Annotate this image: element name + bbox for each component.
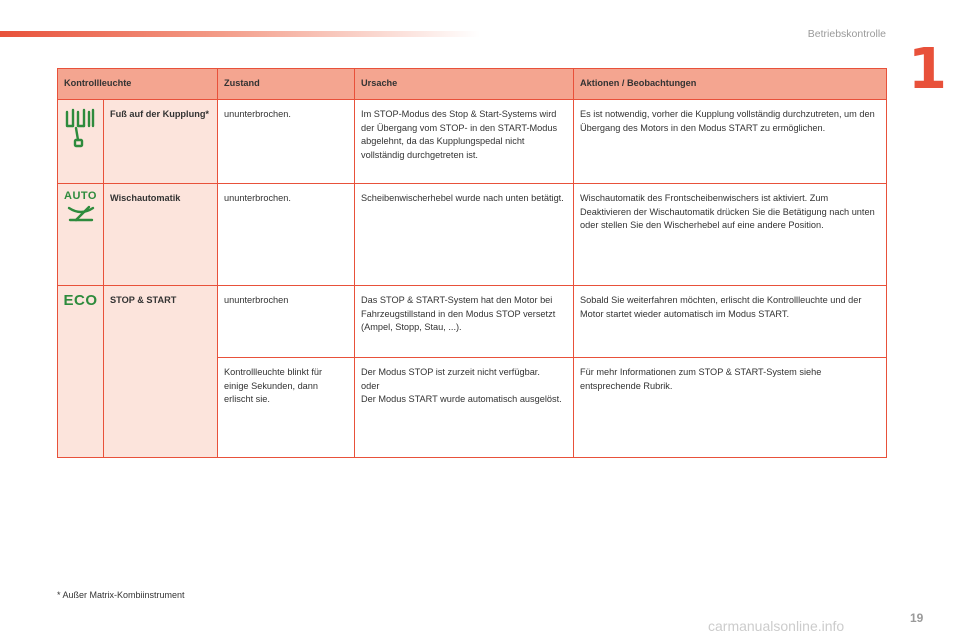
auto-wiper-icon-label: AUTO: [64, 190, 97, 202]
table-header-row: Kontrollleuchte Zustand Ursache Aktionen…: [56, 68, 888, 100]
aktion-cell: Es ist notwendig, vorher die Kupplung vo…: [573, 99, 888, 184]
auto-wiper-icon: AUTO: [62, 190, 99, 229]
warning-light-table: Kontrollleuchte Zustand Ursache Aktionen…: [56, 68, 888, 458]
ursache-line: Der Modus STOP ist zurzeit nicht verfügb…: [361, 367, 540, 377]
eco-icon: ECO: [63, 292, 98, 309]
column-header-ursache: Ursache: [354, 68, 575, 100]
page-number: 19: [910, 611, 924, 625]
zustand-cell: ununterbrochen: [217, 285, 356, 358]
ursache-line: oder: [361, 380, 380, 391]
table-row: Fuß auf der Kupplung* ununterbrochen. Im…: [57, 99, 888, 184]
warning-light-name: Fuß auf der Kupplung*: [102, 99, 219, 184]
warning-light-name: Wischautomatik: [102, 183, 219, 286]
column-header-aktionen: Aktionen / Beobachtungen: [573, 68, 888, 100]
icon-cell: AUTO: [57, 183, 104, 286]
ursache-cell: Scheibenwischerhebel wurde nach unten be…: [354, 183, 575, 286]
ursache-cell: Der Modus STOP ist zurzeit nicht verfügb…: [354, 357, 575, 458]
watermark: carmanualsonline.info: [708, 618, 845, 634]
header-accent-bar: [0, 31, 480, 37]
aktion-cell: Sobald Sie weiterfahren möchten, erlisch…: [573, 285, 888, 358]
footnote: * Außer Matrix-Kombiinstrument: [57, 590, 185, 600]
ursache-cell: Im STOP-Modus des Stop & Start-Systems w…: [354, 99, 575, 184]
chapter-number: 1: [908, 37, 947, 102]
icon-cell: [57, 99, 104, 184]
ursache-line: Der Modus START wurde automatisch ausgel…: [361, 394, 562, 404]
column-header-zustand: Zustand: [217, 68, 356, 100]
ursache-cell: Das STOP & START-System hat den Motor be…: [354, 285, 575, 358]
table-row: AUTO Wischautomatik ununterbrochen. Sche…: [57, 183, 888, 286]
section-title: Betriebskontrolle: [807, 28, 886, 40]
clutch-pedal-icon: [65, 108, 94, 148]
zustand-cell: ununterbrochen.: [217, 99, 356, 184]
aktion-cell: Wischautomatik des Frontscheibenwischers…: [573, 183, 888, 286]
column-header-kontrollleuchte: Kontrollleuchte: [56, 68, 219, 100]
warning-light-name: STOP & START: [102, 285, 219, 458]
zustand-cell: ununterbrochen.: [217, 183, 356, 286]
icon-cell: ECO: [57, 285, 104, 458]
aktion-cell: Für mehr Informationen zum STOP & START-…: [573, 357, 888, 458]
wiper-icon: [67, 205, 94, 222]
table-row: ECO STOP & START ununterbrochen Das STOP…: [57, 285, 888, 458]
zustand-cell: Kontrollleuchte blinkt für einige Sekund…: [217, 357, 356, 458]
